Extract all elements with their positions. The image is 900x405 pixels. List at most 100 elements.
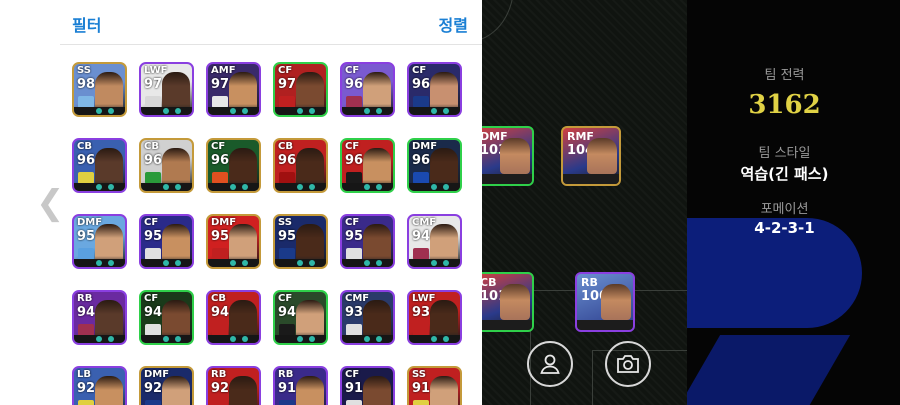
card-footer (74, 335, 125, 343)
card-footer (208, 183, 259, 191)
skill-dot-icon (309, 336, 315, 342)
filter-button[interactable]: 필터 (72, 12, 101, 36)
player-card[interactable]: CMF 94 (407, 214, 462, 269)
card-footer (208, 107, 259, 115)
manager-button[interactable] (527, 341, 573, 387)
player-position: CF (278, 65, 293, 76)
card-footer (409, 183, 460, 191)
card-footer (563, 174, 619, 184)
player-position: CF (345, 217, 360, 228)
skill-dot-icon (163, 184, 169, 190)
player-portrait (363, 148, 391, 188)
player-position: CF (144, 293, 159, 304)
player-card[interactable]: CF 96 (407, 62, 462, 117)
player-card[interactable]: LWF 93 (407, 290, 462, 345)
player-card[interactable]: DMF 95 (206, 214, 261, 269)
team-info-panel: 팀 전력 3162 팀 스타일 역습(긴 패스) 포메이션 4-2-3-1 (687, 0, 900, 405)
skill-dot-icon (443, 108, 449, 114)
player-portrait (229, 224, 257, 264)
player-card[interactable]: SS 91 (407, 366, 462, 405)
player-card[interactable]: RB 94 (72, 290, 127, 345)
player-portrait (430, 300, 458, 340)
player-portrait (162, 224, 190, 264)
player-card[interactable]: CB 96 (273, 138, 328, 193)
player-rating: 95 (211, 229, 230, 244)
camera-icon (617, 355, 639, 373)
player-card[interactable]: CF 96 (206, 138, 261, 193)
player-portrait (430, 224, 458, 264)
player-position: RB (278, 369, 294, 380)
player-card[interactable]: DMF 92 (139, 366, 194, 405)
player-card[interactable]: CB 96 (139, 138, 194, 193)
player-card[interactable]: CB 94 (206, 290, 261, 345)
player-position: LB (77, 369, 91, 380)
player-card[interactable]: CB 96 (72, 138, 127, 193)
club-badge-icon (413, 400, 429, 405)
player-rating: 95 (144, 229, 163, 244)
pitch (422, 0, 692, 405)
player-position: RB (211, 369, 227, 380)
player-portrait (229, 376, 257, 405)
player-portrait (296, 224, 324, 264)
player-rating: 94 (412, 229, 431, 244)
team-style-value: 역습(긴 패스) (740, 165, 829, 183)
player-card[interactable]: CF 95 (139, 214, 194, 269)
player-card[interactable]: CMF 93 (340, 290, 395, 345)
player-position: AMF (211, 65, 236, 76)
skill-dot-icon (364, 184, 370, 190)
skill-dot-icon (309, 260, 315, 266)
player-rating: 96 (77, 153, 96, 168)
sort-button[interactable]: 정렬 (439, 12, 468, 36)
player-card[interactable]: LB 92 (72, 366, 127, 405)
player-card[interactable]: CF 94 (273, 290, 328, 345)
team-strength-value: 3162 (748, 90, 821, 120)
pitch-player-card[interactable]: RB 100 (575, 272, 635, 332)
player-portrait (162, 148, 190, 188)
card-footer (409, 259, 460, 267)
skill-dot-icon (376, 260, 382, 266)
card-footer (275, 183, 326, 191)
skill-dot-icon (297, 108, 303, 114)
player-card[interactable]: SS 98 (72, 62, 127, 117)
player-card[interactable]: CF 96 (340, 62, 395, 117)
card-footer (275, 259, 326, 267)
player-rating: 95 (77, 229, 96, 244)
screenshot-button[interactable] (605, 341, 651, 387)
pitch-player-card[interactable]: DMF 103 (474, 126, 534, 186)
skill-dot-icon (431, 336, 437, 342)
club-badge-icon (279, 400, 295, 405)
player-portrait (430, 376, 458, 405)
player-card[interactable]: RB 91 (273, 366, 328, 405)
skill-dot-icon (364, 260, 370, 266)
player-card[interactable]: LWF 97 (139, 62, 194, 117)
player-rating: 96 (345, 153, 364, 168)
skill-dot-icon (364, 108, 370, 114)
player-rating: 97 (278, 77, 297, 92)
player-card[interactable]: CF 91 (340, 366, 395, 405)
skill-dot-icon (175, 184, 181, 190)
player-card[interactable]: CF 94 (139, 290, 194, 345)
player-card[interactable]: AMF 97 (206, 62, 261, 117)
player-card[interactable]: DMF 96 (407, 138, 462, 193)
player-card[interactable]: DMF 95 (72, 214, 127, 269)
player-card[interactable]: CF 97 (273, 62, 328, 117)
player-rating: 93 (345, 305, 364, 320)
pitch-player-card[interactable]: CB 101 (474, 272, 534, 332)
player-card[interactable]: RB 92 (206, 366, 261, 405)
skill-dot-icon (108, 184, 114, 190)
skill-dot-icon (108, 336, 114, 342)
player-card[interactable]: CF 96 (340, 138, 395, 193)
pitch-player-card[interactable]: RMF 104 (561, 126, 621, 186)
player-position: CF (144, 217, 159, 228)
player-card[interactable]: SS 95 (273, 214, 328, 269)
player-position: LWF (412, 293, 436, 304)
skill-dot-icon (108, 108, 114, 114)
player-card[interactable]: CF 95 (340, 214, 395, 269)
club-badge-icon (212, 400, 228, 405)
card-footer (409, 107, 460, 115)
player-portrait (95, 300, 123, 340)
skill-dot-icon (175, 260, 181, 266)
card-footer (342, 107, 393, 115)
player-position: CF (278, 293, 293, 304)
pitch-line (592, 350, 593, 405)
